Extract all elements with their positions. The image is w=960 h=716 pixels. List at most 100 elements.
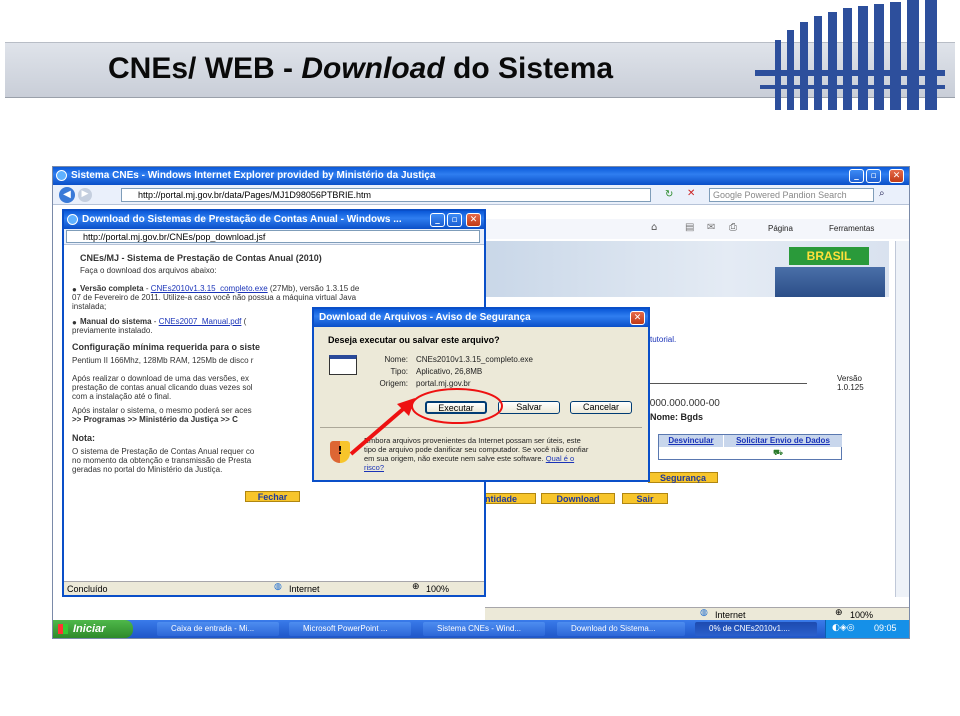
- close-popup-button[interactable]: Fechar: [245, 491, 300, 502]
- zoom-icon[interactable]: ⊕: [412, 582, 420, 592]
- after-line1: Após realizar o download de uma das vers…: [72, 374, 249, 383]
- risk-link[interactable]: risco?: [364, 463, 384, 472]
- popup-heading: CNEs/MJ - Sistema de Prestação de Contas…: [80, 253, 322, 263]
- list-item-manual: Manual do sistema - CNEs2007_Manual.pdf …: [80, 317, 247, 326]
- start-label: Iniciar: [73, 623, 106, 635]
- version-value: 1.0.125: [837, 383, 864, 392]
- divider-line: [650, 383, 807, 384]
- home-icon[interactable]: ⌂: [651, 222, 657, 233]
- list-item-full-version: Versão completa - CNEs2010v1.3.15_comple…: [80, 284, 360, 293]
- ie-icon: [67, 214, 78, 225]
- taskbar-item-download[interactable]: Download do Sistema...: [557, 622, 685, 636]
- banner-photo: [775, 267, 885, 297]
- slide-title: CNEs/ WEB - Download do Sistema: [108, 52, 614, 85]
- page-menu[interactable]: Página: [768, 224, 793, 233]
- download-button[interactable]: Download: [541, 493, 615, 504]
- popup-status-text: Concluído: [67, 584, 108, 594]
- cancel-button[interactable]: Cancelar: [570, 401, 632, 414]
- full-version-line2: 07 de Fevereiro de 2011. Utilize-a caso …: [72, 293, 357, 302]
- forward-icon[interactable]: ▶: [78, 188, 92, 202]
- clock: 09:05: [874, 623, 897, 633]
- ie-icon: [56, 170, 67, 181]
- popup-status-zone: Internet: [289, 584, 320, 594]
- browser-status-bar: ◍ Internet ⊕ 100%: [485, 607, 909, 621]
- tools-menu[interactable]: Ferramentas: [829, 224, 874, 233]
- file-icon: [329, 355, 357, 375]
- version-label: Versão: [837, 374, 862, 383]
- system-tray: ◐◈◎ 09:05: [825, 620, 909, 638]
- taskbar-item-powerpoint[interactable]: Microsoft PowerPoint ...: [289, 622, 411, 636]
- after-line5: >> Programas >> Ministério da Justiça >>…: [72, 415, 238, 424]
- dialog-question: Deseja executar ou salvar este arquivo?: [328, 335, 500, 345]
- dialog-close-button[interactable]: ✕: [630, 311, 645, 325]
- screenshot-frame: Sistema CNEs - Windows Internet Explorer…: [52, 166, 910, 639]
- tray-icons[interactable]: ◐◈◎: [832, 623, 855, 633]
- popup-title: Download do Sistemas de Prestação de Con…: [82, 214, 402, 225]
- search-input[interactable]: Google Powered Pandion Search: [709, 188, 874, 202]
- name-value: Nome: Bgds: [650, 412, 704, 422]
- table-header-request[interactable]: Solicitar Envio de Dados: [724, 435, 842, 447]
- popup-address-bar[interactable]: http://portal.mj.gov.br/CNEs/pop_downloa…: [66, 230, 480, 243]
- full-version-link[interactable]: CNEs2010v1.3.15_completo.exe: [151, 284, 268, 293]
- table-header-unlink[interactable]: Desvincular: [659, 435, 723, 447]
- cnpj-value: .000.000.000-00: [647, 398, 720, 409]
- manual-line2: previamente instalado.: [72, 326, 153, 335]
- command-bar: ⌂ ▤ ✉ ⎙ Página Ferramentas: [485, 219, 909, 239]
- start-button[interactable]: Iniciar: [53, 620, 133, 638]
- search-icon[interactable]: ⌕: [879, 188, 885, 199]
- dialog-title: Download de Arquivos - Aviso de Seguranç…: [319, 312, 531, 323]
- risk-link-a[interactable]: Qual é o: [546, 454, 574, 463]
- globe-icon: ◍: [274, 582, 282, 592]
- send-data-icon[interactable]: ⛟: [773, 448, 783, 458]
- browser-title: Sistema CNEs - Windows Internet Explorer…: [71, 170, 436, 181]
- red-arrow: [349, 398, 415, 456]
- entity-button[interactable]: ntidade: [484, 493, 536, 504]
- back-icon[interactable]: ◀: [59, 187, 75, 203]
- zoom-icon[interactable]: ⊕: [835, 608, 843, 618]
- popup-maximize-button[interactable]: ▫: [447, 213, 462, 227]
- popup-status-zoom[interactable]: 100%: [426, 582, 449, 596]
- nota-line1: O sistema de Prestação de Contas Anual r…: [72, 447, 255, 456]
- taskbar-item-progress[interactable]: 0% de CNEs2010v1....: [695, 622, 817, 636]
- exit-button[interactable]: Sair: [622, 493, 668, 504]
- dialog-titlebar: Download de Arquivos - Aviso de Seguranç…: [314, 309, 648, 327]
- feeds-icon[interactable]: ▤: [685, 222, 694, 233]
- popup-close-button[interactable]: ✕: [466, 213, 481, 227]
- name-label: Nome:: [384, 355, 408, 364]
- tutorial-link[interactable]: tutorial.: [650, 335, 676, 344]
- manual-link[interactable]: CNEs2007_Manual.pdf: [159, 317, 242, 326]
- maximize-button[interactable]: ▫: [866, 169, 881, 183]
- taskbar-item-mail[interactable]: Caixa de entrada - Mi...: [157, 622, 279, 636]
- stop-icon[interactable]: ✕: [687, 188, 695, 199]
- full-version-line3: instalada;: [72, 302, 107, 311]
- security-button[interactable]: Segurança: [648, 472, 718, 483]
- popup-status-bar: Concluído ◍ Internet ⊕ 100%: [64, 581, 484, 595]
- address-bar[interactable]: http://portal.mj.gov.br/data/Pages/MJ1D9…: [121, 188, 651, 202]
- after-line3: com a instalação até o final.: [72, 392, 172, 401]
- after-line2: prestação de contas anual clicando duas …: [72, 383, 253, 392]
- print-icon[interactable]: ⎙: [729, 222, 737, 233]
- nota-line3: geradas no portal do Ministério da Justi…: [72, 465, 223, 474]
- globe-icon: ◍: [700, 608, 708, 618]
- mail-icon[interactable]: ✉: [707, 222, 715, 233]
- page-scrollbar[interactable]: [895, 241, 909, 597]
- nota-line2: no momento da obtenção e transmissão de …: [72, 456, 252, 465]
- after-line4: Após instalar o sistema, o mesmo poderá …: [72, 406, 252, 415]
- brasil-logo: BRASIL: [789, 247, 869, 265]
- refresh-icon[interactable]: ↻: [665, 189, 673, 200]
- config-text: Pentium II 166Mhz, 128Mb RAM, 125Mb de d…: [72, 356, 254, 365]
- type-label: Tipo:: [390, 367, 409, 376]
- windows-flag-icon: [58, 624, 68, 634]
- save-button[interactable]: Salvar: [498, 401, 560, 414]
- popup-minimize-button[interactable]: _: [430, 213, 445, 227]
- nota-heading: Nota:: [72, 433, 95, 443]
- taskbar: Iniciar Caixa de entrada - Mi... Microso…: [53, 620, 909, 638]
- close-button[interactable]: ✕: [889, 169, 904, 183]
- minimize-button[interactable]: _: [849, 169, 864, 183]
- popup-intro: Faça o download dos arquivos abaixo:: [80, 266, 217, 275]
- taskbar-item-cnes[interactable]: Sistema CNEs - Wind...: [423, 622, 545, 636]
- data-table: Desvincular Solicitar Envio de Dados ⛟: [658, 434, 842, 460]
- page-banner: BRASIL: [485, 241, 889, 297]
- highlight-circle: [411, 388, 503, 424]
- building-logo-icon: [755, 0, 945, 110]
